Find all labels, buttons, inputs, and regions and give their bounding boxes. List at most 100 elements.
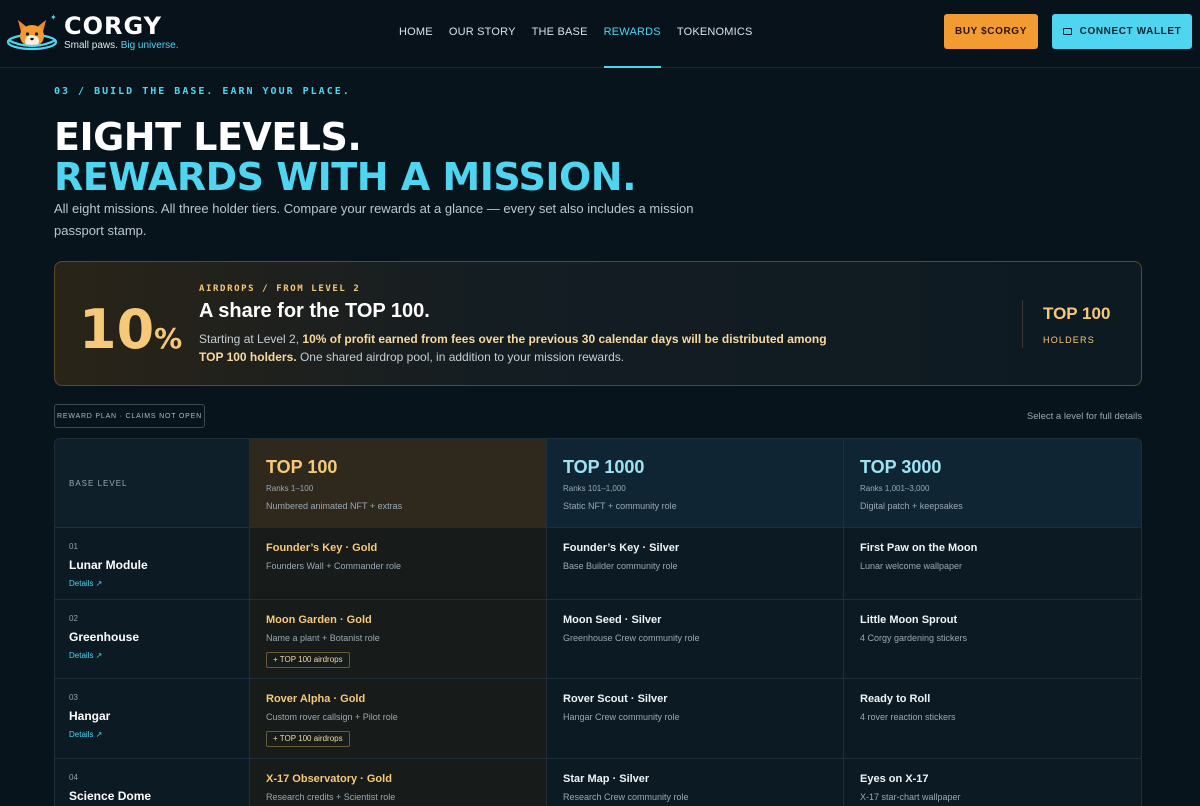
reward-desc: Greenhouse Crew community role	[563, 633, 700, 643]
airdrop-divider	[1022, 300, 1023, 348]
nav-tokenomics[interactable]: TOKENOMICS	[677, 26, 753, 38]
table-row-label[interactable]: 03 Hangar Details ↗	[55, 679, 250, 759]
table-row-label[interactable]: 02 Greenhouse Details ↗	[55, 600, 250, 679]
reward-cell: X-17 Observatory · Gold Research credits…	[250, 759, 547, 806]
details-link[interactable]: Details ↗	[69, 579, 102, 588]
svg-text:✦: ✦	[50, 13, 57, 22]
reward-title: Eyes on X-17	[860, 773, 929, 785]
airdrop-side-title: TOP 100	[1043, 304, 1111, 323]
tier-title: TOP 100	[266, 457, 338, 477]
tier-ranks: Ranks 1–100	[266, 484, 314, 493]
intro-text: All eight missions. All three holder tie…	[54, 201, 694, 238]
level-number: 03	[69, 693, 78, 702]
airdrop-percent: 10%	[79, 298, 182, 361]
buy-corgy-button[interactable]: BUY $CORGY	[944, 14, 1038, 49]
reward-title: Founder’s Key · Silver	[563, 542, 680, 554]
brand-name[interactable]: CORGY	[64, 12, 162, 40]
table-row-label[interactable]: 04 Science Dome	[55, 759, 250, 806]
top-nav: ✦ CORGY Small paws. Big universe. HOME O…	[0, 0, 1200, 68]
reward-desc: 4 Corgy gardening stickers	[860, 633, 968, 643]
reward-cell: Ready to Roll 4 rover reaction stickers	[844, 679, 1141, 759]
tier-header-top100: TOP 100 Ranks 1–100 Numbered animated NF…	[250, 439, 547, 528]
nav-rewards[interactable]: REWARDS	[603, 26, 662, 68]
connect-wallet-button[interactable]: CONNECT WALLET	[1052, 14, 1192, 49]
level-name: Hangar	[69, 709, 111, 723]
percent-value: 10	[79, 298, 155, 361]
reward-cell: Moon Seed · Silver Greenhouse Crew commu…	[547, 600, 844, 679]
tier-sub: Numbered animated NFT + extras	[266, 501, 403, 511]
level-number: 04	[69, 773, 78, 782]
reward-cell: Eyes on X-17 X-17 star-chart wallpaper	[844, 759, 1141, 806]
details-link[interactable]: Details ↗	[69, 730, 102, 739]
tagline-part-b: Big universe.	[120, 40, 179, 51]
base-level-header-label: BASE LEVEL	[69, 479, 128, 488]
airdrop-tag: + TOP 100 airdrops	[266, 652, 350, 668]
reward-desc: Name a plant + Botanist role	[266, 633, 380, 643]
reward-cell: Moon Garden · Gold Name a plant + Botani…	[250, 600, 547, 679]
reward-desc: Research credits + Scientist role	[266, 792, 396, 802]
reward-cell: First Paw on the Moon Lunar welcome wall…	[844, 528, 1141, 600]
reward-title: Rover Alpha · Gold	[266, 693, 366, 705]
reward-plan-badge: REWARD PLAN · CLAIMS NOT OPEN	[54, 404, 205, 428]
reward-title: Ready to Roll	[860, 693, 931, 705]
airdrop-body-a: Starting at Level 2,	[199, 332, 303, 346]
base-level-header: BASE LEVEL	[55, 439, 250, 528]
reward-desc: Base Builder community role	[563, 561, 678, 571]
title-line-2: REWARDS WITH A MISSION.	[54, 155, 637, 199]
wallet-icon	[1062, 28, 1072, 35]
level-number: 01	[69, 542, 78, 551]
tier-sub: Static NFT + community role	[563, 501, 677, 511]
reward-desc: X-17 star-chart wallpaper	[860, 792, 961, 802]
airdrop-title: A share for the TOP 100.	[199, 300, 430, 322]
nav-the-base[interactable]: THE BASE	[532, 26, 588, 38]
details-link[interactable]: Details ↗	[69, 651, 102, 660]
airdrop-card: 10% AIRDROPS / FROM LEVEL 2 A share for …	[54, 261, 1142, 386]
level-name: Science Dome	[69, 789, 152, 803]
percent-symbol: %	[154, 322, 183, 355]
reward-cell: Rover Scout · Silver Hangar Crew communi…	[547, 679, 844, 759]
rewards-table: BASE LEVEL TOP 100 Ranks 1–100 Numbered …	[54, 438, 1142, 806]
airdrop-body-c: One shared airdrop pool, in addition to …	[296, 350, 625, 364]
brand-tagline: Small paws. Big universe.	[64, 40, 179, 51]
reward-cell: Rover Alpha · Gold Custom rover callsign…	[250, 679, 547, 759]
reward-cell: Founder’s Key · Silver Base Builder comm…	[547, 528, 844, 600]
airdrop-tag: + TOP 100 airdrops	[266, 731, 350, 747]
reward-cell: Founder’s Key · Gold Founders Wall + Com…	[250, 528, 547, 600]
tier-title: TOP 1000	[563, 457, 645, 477]
reward-title: Founder’s Key · Gold	[266, 542, 378, 554]
reward-cell: Little Moon Sprout 4 Corgy gardening sti…	[844, 600, 1141, 679]
reward-title: Rover Scout · Silver	[563, 693, 668, 705]
main-menu: HOME OUR STORY THE BASE REWARDS TOKENOMI…	[399, 26, 769, 68]
tier-ranks: Ranks 1,001–3,000	[860, 484, 930, 493]
airdrop-body: Starting at Level 2, 10% of profit earne…	[199, 330, 839, 366]
title-line-1: EIGHT LEVELS.	[54, 115, 362, 159]
reward-desc: Custom rover callsign + Pilot role	[266, 712, 398, 722]
reward-desc: Research Crew community role	[563, 792, 689, 802]
reward-desc: Hangar Crew community role	[563, 712, 680, 722]
table-row-label[interactable]: 01 Lunar Module Details ↗	[55, 528, 250, 600]
reward-desc: Founders Wall + Commander role	[266, 561, 401, 571]
airdrop-side-label: HOLDERS	[1043, 335, 1095, 345]
level-number: 02	[69, 614, 78, 623]
tier-title: TOP 3000	[860, 457, 942, 477]
reward-title: Star Map · Silver	[563, 773, 650, 785]
select-level-hint: Select a level for full details	[1026, 411, 1142, 422]
tier-header-top1000: TOP 1000 Ranks 101–1,000 Static NFT + co…	[547, 439, 844, 528]
reward-title: Little Moon Sprout	[860, 614, 958, 626]
airdrop-eyebrow: AIRDROPS / FROM LEVEL 2	[199, 284, 361, 294]
page-title: EIGHT LEVELS. REWARDS WITH A MISSION.	[54, 115, 637, 199]
corgi-logo-icon[interactable]: ✦	[6, 10, 58, 56]
reward-title: Moon Seed · Silver	[563, 614, 662, 626]
reward-title: First Paw on the Moon	[860, 542, 978, 554]
nav-home[interactable]: HOME	[399, 26, 433, 38]
tier-sub: Digital patch + keepsakes	[860, 501, 963, 511]
tier-ranks: Ranks 101–1,000	[563, 484, 626, 493]
tier-header-top3000: TOP 3000 Ranks 1,001–3,000 Digital patch…	[844, 439, 1141, 528]
reward-desc: 4 rover reaction stickers	[860, 712, 956, 722]
nav-our-story[interactable]: OUR STORY	[449, 26, 516, 38]
section-eyebrow: 03 / BUILD THE BASE. EARN YOUR PLACE.	[54, 86, 351, 97]
reward-title: Moon Garden · Gold	[266, 614, 372, 626]
level-name: Lunar Module	[69, 558, 148, 572]
connect-wallet-label: CONNECT WALLET	[1079, 26, 1182, 37]
level-name: Greenhouse	[69, 630, 140, 644]
